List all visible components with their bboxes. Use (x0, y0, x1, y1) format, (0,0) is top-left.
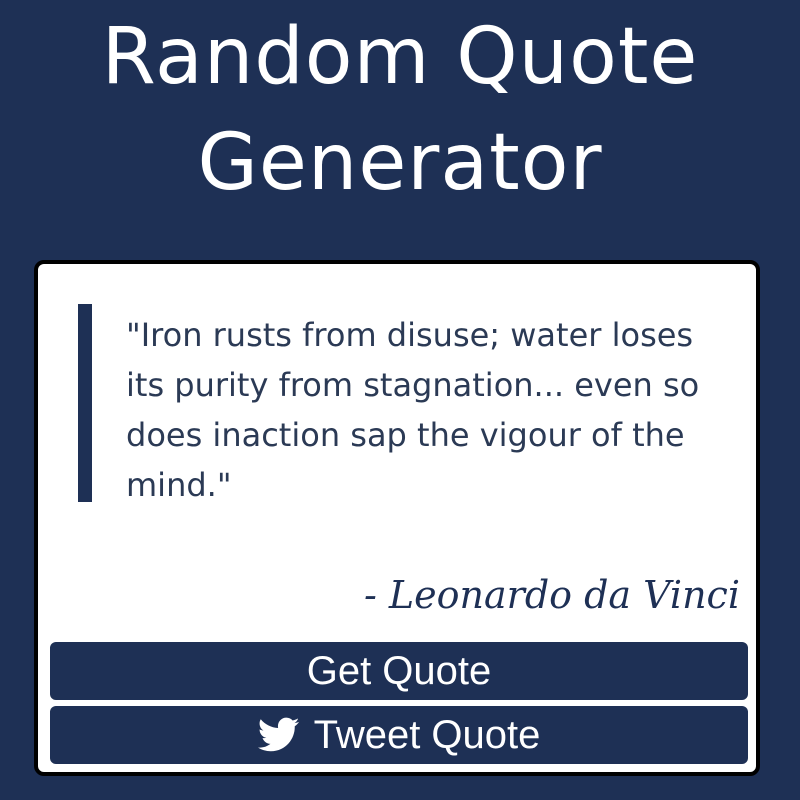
quote-accent-bar (78, 304, 92, 502)
get-quote-button-label: Get Quote (306, 649, 492, 693)
quote-card: "Iron rusts from disuse; water loses its… (34, 260, 760, 776)
tweet-quote-button[interactable]: Tweet Quote (50, 706, 748, 764)
page-title: Random Quote Generator (0, 4, 800, 216)
tweet-quote-button-label: Tweet Quote (313, 713, 541, 757)
page-title-line1: Random Quote (101, 12, 699, 102)
get-quote-button[interactable]: Get Quote (50, 642, 748, 700)
page-title-line2: Generator (197, 118, 603, 208)
quote-text: "Iron rusts from disuse; water loses its… (126, 316, 700, 504)
twitter-icon (257, 717, 300, 753)
quote-author: - Leonardo da Vinci (364, 573, 740, 617)
